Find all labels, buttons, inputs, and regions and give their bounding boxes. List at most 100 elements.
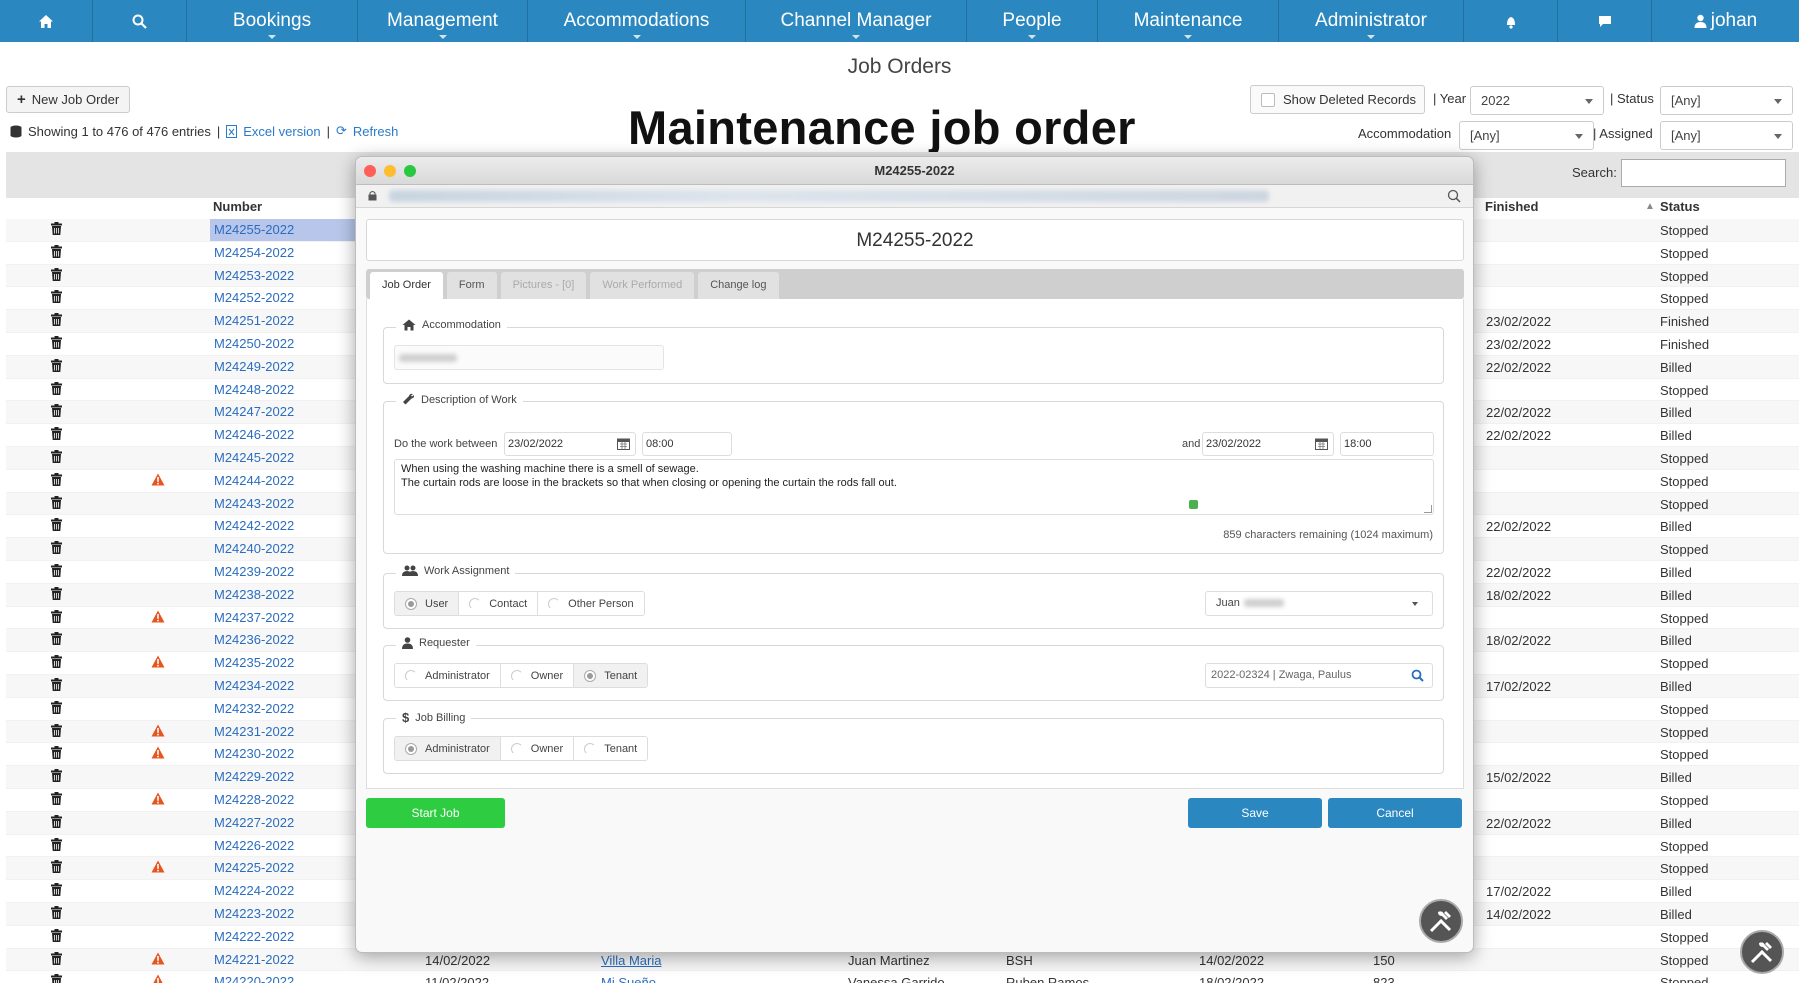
job-number-link[interactable]: M24226-2022 [210,835,360,857]
trash-icon[interactable] [51,883,62,899]
job-number-link[interactable]: M24243-2022 [210,493,360,515]
trash-icon[interactable] [51,313,62,329]
tools-icon[interactable] [1740,930,1784,974]
job-number-link[interactable]: M24255-2022 [210,219,360,241]
job-number-link[interactable]: M24252-2022 [210,287,360,309]
close-window-button[interactable] [364,165,376,177]
show-deleted-checkbox[interactable] [1261,92,1275,107]
job-number-link[interactable]: M24221-2022 [210,949,360,971]
accommodation-link[interactable]: Villa Maria [601,953,661,968]
requester-lookup-input[interactable]: 2022-02324 | Zwaga, Paulus [1205,663,1433,688]
tab-job-order[interactable]: Job Order [370,272,443,299]
search-icon[interactable] [93,0,187,42]
assign-contact-option[interactable]: Contact [459,592,539,615]
start-date-input[interactable]: 23/02/2022 [504,432,636,456]
job-number-link[interactable]: M24254-2022 [210,242,360,264]
chat-icon[interactable] [1558,0,1652,42]
notifications-icon[interactable] [1464,0,1558,42]
calendar-icon[interactable] [617,437,630,450]
job-number-link[interactable]: M24224-2022 [210,880,360,902]
trash-icon[interactable] [51,472,62,489]
url-bar[interactable] [356,185,1473,208]
trash-icon[interactable] [51,449,62,466]
search-icon[interactable] [1411,669,1424,682]
nav-maintenance[interactable]: Maintenance [1098,0,1279,42]
trash-icon[interactable] [51,335,62,352]
job-number-link[interactable]: M24220-2022 [210,971,360,983]
trash-icon[interactable] [51,404,62,420]
job-number-link[interactable]: M24235-2022 [210,652,360,674]
start-time-input[interactable]: 08:00 [642,432,732,456]
job-number-link[interactable]: M24251-2022 [210,310,360,332]
job-number-link[interactable]: M24228-2022 [210,789,360,811]
tab-change-log[interactable]: Change log [698,272,779,299]
nav-management[interactable]: Management [358,0,528,42]
job-number-link[interactable]: M24223-2022 [210,903,360,925]
trash-icon[interactable] [51,563,62,580]
job-number-link[interactable]: M24245-2022 [210,447,360,469]
zoom-icon[interactable] [1447,189,1461,203]
nav-bookings[interactable]: Bookings [187,0,358,42]
trash-icon[interactable] [51,769,62,785]
trash-icon[interactable] [51,290,62,306]
job-number-link[interactable]: M24249-2022 [210,356,360,378]
job-number-link[interactable]: M24246-2022 [210,424,360,446]
description-textarea[interactable]: When using the washing machine there is … [394,459,1434,515]
job-number-link[interactable]: M24237-2022 [210,607,360,629]
trash-icon[interactable] [51,632,62,648]
end-date-input[interactable]: 23/02/2022 [1202,432,1334,456]
user-menu[interactable]: johan [1652,0,1799,42]
start-job-button[interactable]: Start Job [366,798,505,828]
job-number-link[interactable]: M24244-2022 [210,470,360,492]
nav-administrator[interactable]: Administrator [1279,0,1464,42]
job-number-link[interactable]: M24253-2022 [210,265,360,287]
job-number-link[interactable]: M24232-2022 [210,698,360,720]
trash-icon[interactable] [51,974,62,983]
trash-icon[interactable] [51,244,62,261]
job-number-link[interactable]: M24247-2022 [210,401,360,423]
job-number-link[interactable]: M24227-2022 [210,812,360,834]
table-row[interactable]: M24220-2022 11/02/2022 Mi Sueño Vanessa Gar… [6,971,1799,983]
trash-icon[interactable] [51,814,62,831]
home-icon[interactable] [0,0,93,42]
accommodation-link[interactable]: Mi Sueño [601,975,656,983]
calendar-icon[interactable] [1315,437,1328,450]
column-number[interactable]: Number [213,199,262,214]
cancel-button[interactable]: Cancel [1328,798,1462,828]
trash-icon[interactable] [51,609,62,626]
trash-icon[interactable] [51,723,62,740]
refresh-icon[interactable]: ⟳ [336,123,347,139]
nav-accommodations[interactable]: Accommodations [528,0,746,42]
trash-icon[interactable] [51,677,62,694]
job-number-link[interactable]: M24225-2022 [210,857,360,879]
trash-icon[interactable] [51,222,62,238]
requester-owner-option[interactable]: Owner [500,664,575,687]
assign-user-option[interactable]: User [395,592,460,615]
job-number-link[interactable]: M24238-2022 [210,584,360,606]
save-button[interactable]: Save [1188,798,1322,828]
billing-administrator-option[interactable]: Administrator [395,737,501,760]
trash-icon[interactable] [51,267,62,284]
trash-icon[interactable] [51,905,62,922]
trash-icon[interactable] [51,358,62,375]
trash-icon[interactable] [51,541,62,557]
job-number-link[interactable]: M24231-2022 [210,721,360,743]
trash-icon[interactable] [51,655,62,671]
trash-icon[interactable] [51,586,62,603]
trash-icon[interactable] [51,495,62,512]
trash-icon[interactable] [51,837,62,854]
job-number-link[interactable]: M24234-2022 [210,675,360,697]
trash-icon[interactable] [51,791,62,808]
column-status[interactable]: Status [1660,199,1700,214]
job-number-link[interactable]: M24242-2022 [210,515,360,537]
end-time-input[interactable]: 18:00 [1340,432,1434,456]
accommodation-field[interactable] [394,345,664,370]
status-select[interactable]: [Any] [1660,86,1793,115]
requester-administrator-option[interactable]: Administrator [395,664,501,687]
assigned-select[interactable]: [Any] [1660,121,1793,150]
requester-tenant-option[interactable]: Tenant [574,664,648,687]
job-number-link[interactable]: M24222-2022 [210,926,360,948]
maximize-window-button[interactable] [404,165,416,177]
job-number-link[interactable]: M24239-2022 [210,561,360,583]
billing-tenant-option[interactable]: Tenant [574,737,648,760]
